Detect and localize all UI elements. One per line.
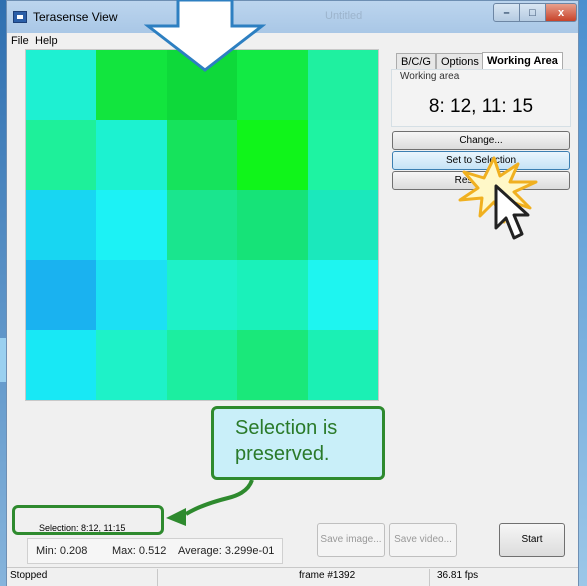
- callout-connector: [166, 479, 254, 526]
- callout-line-1: Selection is: [235, 417, 338, 439]
- callout-line-2: preserved.: [235, 443, 330, 465]
- callout-selection-preserved: Selection is preserved.: [211, 406, 385, 480]
- selection-highlight-box: [12, 505, 164, 535]
